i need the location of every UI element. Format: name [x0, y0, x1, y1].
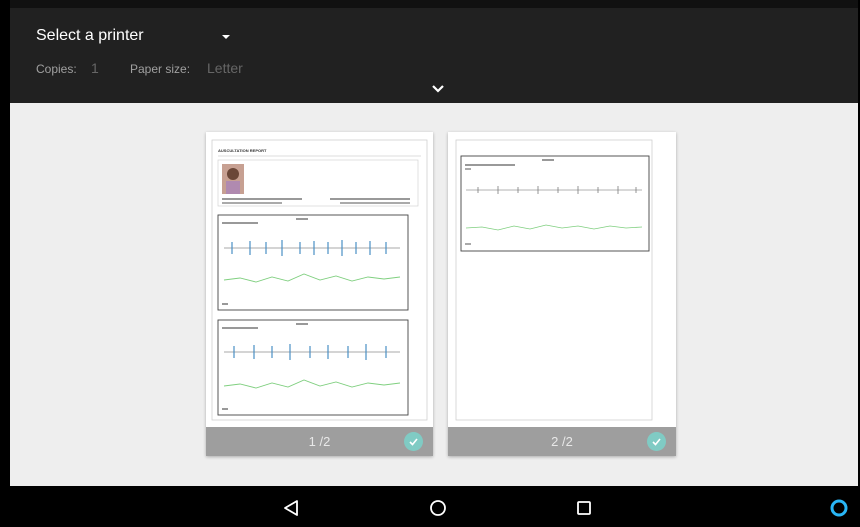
print-preview-screen: Select a printer Copies: 1 Paper size: L… [10, 0, 858, 486]
page-1-select-checkbox[interactable] [404, 432, 423, 451]
page-number-label: 2 /2 [551, 434, 573, 449]
recents-icon [577, 501, 591, 515]
page-preview-1[interactable]: AUSCULTATION REPORT 1 /2 [206, 132, 433, 456]
page-preview-2[interactable]: 2 /2 [448, 132, 676, 456]
printer-select-dropdown[interactable]: Select a printer [36, 27, 246, 49]
android-navigation-bar [0, 486, 860, 527]
page-2-thumbnail [452, 138, 672, 422]
report-page-1-graphic: AUSCULTATION REPORT [211, 139, 428, 421]
page-1-thumbnail: AUSCULTATION REPORT [210, 138, 429, 422]
page-1-footer: 1 /2 [206, 427, 433, 456]
back-button[interactable] [277, 494, 305, 522]
home-icon [430, 500, 446, 516]
paper-size-label: Paper size: [130, 62, 191, 76]
home-button[interactable] [424, 494, 452, 522]
page-number-label: 1 /2 [308, 434, 331, 449]
paper-size-field[interactable]: Letter [207, 60, 243, 76]
report-page-2-graphic [455, 139, 653, 421]
check-icon [409, 438, 418, 446]
dropdown-caret-icon [222, 35, 230, 39]
chevron-down-icon [432, 85, 444, 93]
status-bar [10, 0, 858, 8]
recents-button[interactable] [570, 494, 598, 522]
printer-select-label: Select a printer [36, 27, 144, 44]
print-header: Select a printer Copies: 1 Paper size: L… [10, 8, 858, 103]
assistant-icon [830, 499, 848, 517]
assistant-button[interactable] [825, 494, 853, 522]
svg-text:AUSCULTATION REPORT: AUSCULTATION REPORT [218, 148, 267, 153]
page-2-select-checkbox[interactable] [647, 432, 666, 451]
copies-label: Copies: [36, 62, 77, 76]
back-icon [284, 500, 298, 516]
expand-options-button[interactable] [427, 80, 449, 98]
check-icon [652, 438, 661, 446]
page-2-footer: 2 /2 [448, 427, 676, 456]
copies-field[interactable]: 1 [91, 60, 99, 76]
